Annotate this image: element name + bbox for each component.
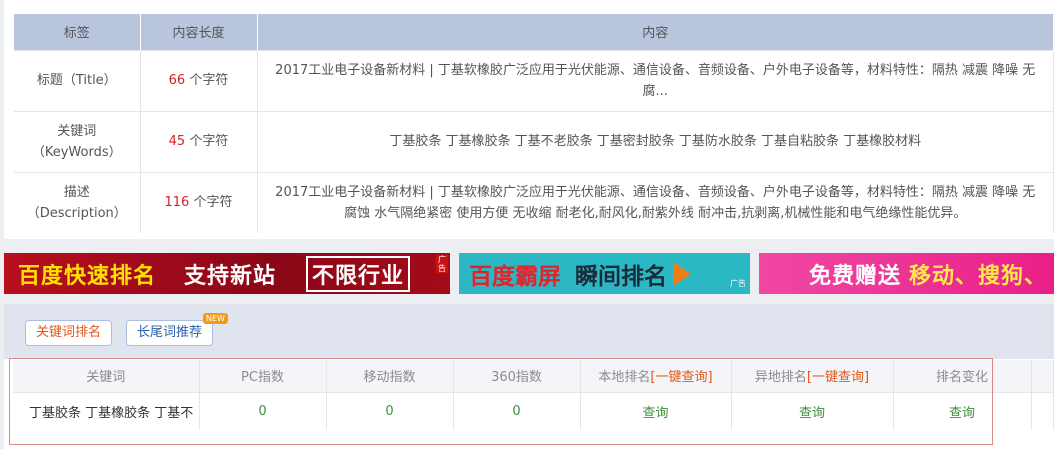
- header-label: 标签: [14, 14, 141, 50]
- ad-banner-baidu-screen[interactable]: 百度霸屏 瞬间排名 广告: [459, 253, 750, 294]
- char-count: 66 个字符: [140, 49, 258, 111]
- ad3-text-2: 移动、搜狗、: [909, 263, 1048, 289]
- ad1-text-2: 支持新站: [184, 263, 277, 289]
- char-count: 116 个字符: [140, 171, 258, 233]
- ad-tag: 广告: [436, 255, 448, 273]
- rank-highlight-box: [9, 358, 993, 445]
- row-content: 丁基胶条 丁基橡胶条 丁基不老胶条 丁基密封胶条 丁基防水胶条 丁基自粘胶条 丁…: [257, 110, 1054, 172]
- ad-banner-free-gift[interactable]: 免费赠送 移动、搜狗、: [759, 253, 1054, 294]
- header-length: 内容长度: [140, 14, 258, 50]
- row-label: 标题（Title）: [14, 49, 141, 111]
- row-content: 2017工业电子设备新材料 | 丁基软橡胶广泛应用于光伏能源、通信设备、音频设备…: [257, 49, 1054, 111]
- row-label: 关键词 （KeyWords）: [14, 110, 141, 172]
- extra-cell: [1031, 391, 1054, 430]
- ad-banner-row: 百度快速排名 支持新站 不限行业 广告 百度霸屏 瞬间排名 广告 免费赠送 移动…: [4, 253, 1054, 295]
- new-badge: NEW: [203, 313, 228, 324]
- ad1-text-1: 百度快速排名: [18, 263, 157, 289]
- tab-strip: 关键词排名 长尾词推荐 NEW: [4, 304, 1054, 359]
- ad3-text-1: 免费赠送: [809, 263, 902, 289]
- play-icon: [673, 261, 691, 286]
- header-content: 内容: [257, 14, 1054, 50]
- table-row: 关键词 （KeyWords） 45 个字符 丁基胶条 丁基橡胶条 丁基不老胶条 丁…: [14, 110, 1054, 172]
- tab-longtail[interactable]: 长尾词推荐: [126, 320, 214, 346]
- row-content: 2017工业电子设备新材料 | 丁基软橡胶广泛应用于光伏能源、通信设备、音频设备…: [257, 171, 1054, 233]
- tab-keyword-rank[interactable]: 关键词排名: [25, 320, 113, 346]
- header-extra: [1031, 360, 1054, 392]
- ad2-text-1: 百度霸屏: [469, 263, 561, 290]
- ad1-text-3: 不限行业: [306, 255, 411, 292]
- char-count: 45 个字符: [140, 110, 258, 172]
- row-label: 描述 （Description）: [14, 171, 141, 233]
- ad-banner-baidu-fast-rank[interactable]: 百度快速排名 支持新站 不限行业 广告: [4, 253, 450, 294]
- ad2-text-2: 瞬间排名: [575, 263, 667, 290]
- table-row: 标题（Title） 66 个字符 2017工业电子设备新材料 | 丁基软橡胶广泛…: [14, 49, 1054, 111]
- seo-meta-table: 标签 内容长度 内容 标题（Title） 66 个字符 2017工业电子设备新材…: [14, 14, 1054, 233]
- rank-panel: 关键词排名 长尾词推荐 NEW 关键词 PC指数 移动指数 360指数 本地排名…: [4, 304, 1054, 449]
- ad-tag: 广告: [730, 279, 746, 288]
- table-row: 描述 （Description） 116 个字符 2017工业电子设备新材料 | …: [14, 171, 1054, 233]
